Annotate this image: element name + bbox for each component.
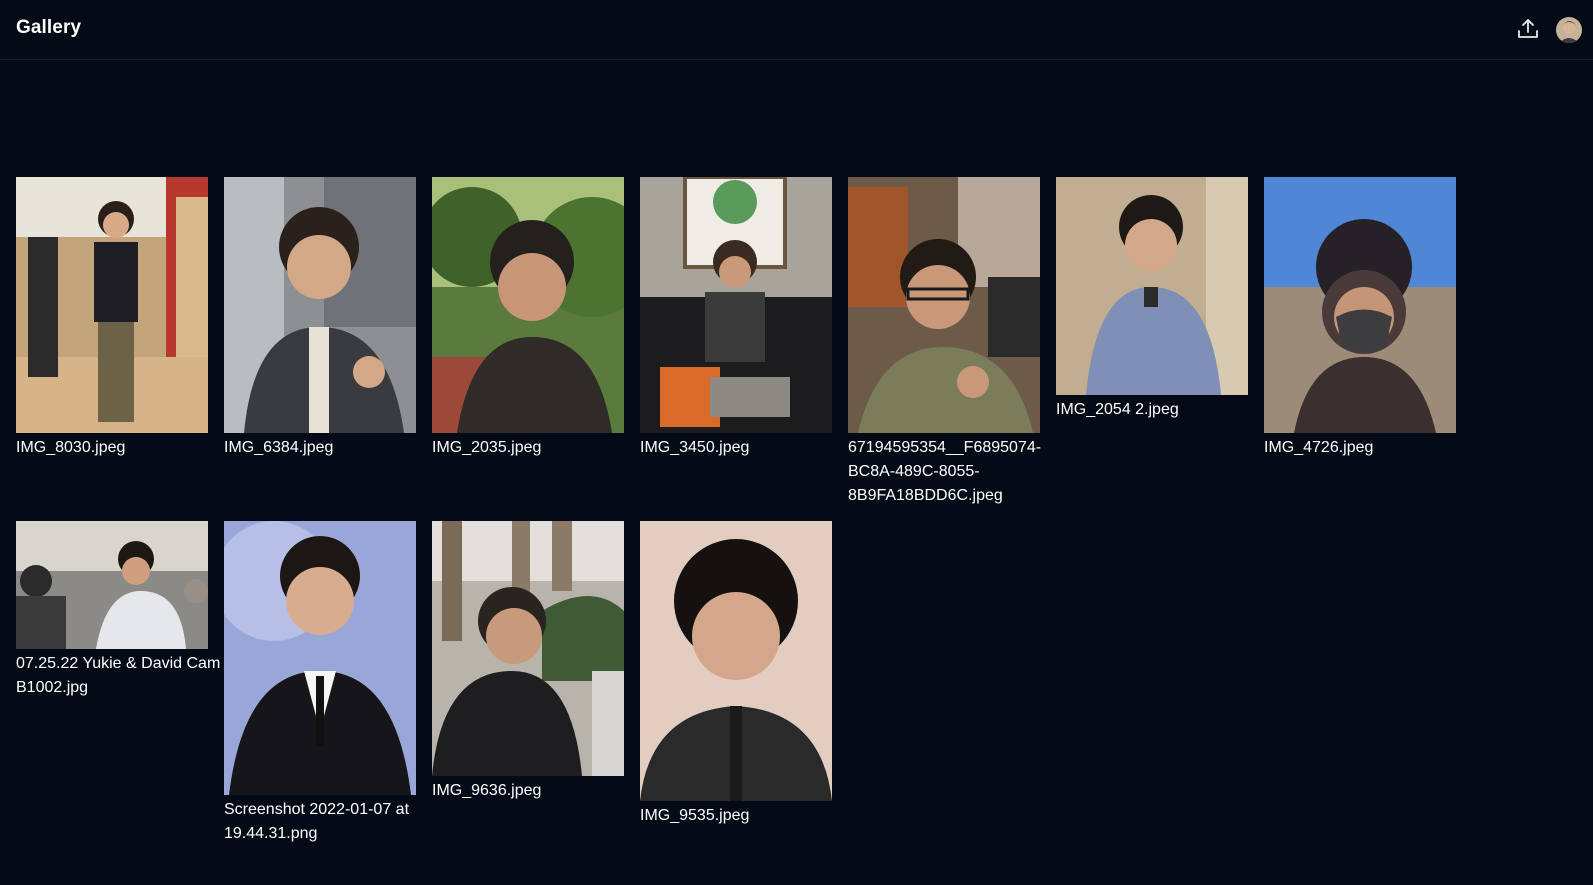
upload-button[interactable] — [1516, 17, 1540, 41]
gallery-item[interactable]: IMG_4726.jpeg — [1264, 177, 1456, 460]
gallery-item[interactable]: IMG_8030.jpeg — [16, 177, 208, 460]
gallery-item[interactable]: IMG_2035.jpeg — [432, 177, 624, 460]
photo-filename: IMG_2054 2.jpeg — [1056, 401, 1179, 418]
gallery-item[interactable]: IMG_9636.jpeg — [432, 521, 624, 803]
photo-thumbnail[interactable] — [848, 177, 1040, 433]
photo-thumbnail[interactable] — [224, 177, 416, 433]
gallery-item[interactable]: Screenshot 2022-01-07 at 19.44.31.png — [224, 521, 416, 846]
photo-thumbnail[interactable] — [432, 177, 624, 433]
gallery-item[interactable]: 67194595354__F6895074-BC8A-489C-8055-8B9… — [848, 177, 1041, 508]
photo-thumbnail[interactable] — [640, 521, 832, 801]
photo-filename: IMG_9535.jpeg — [640, 807, 750, 824]
photo-thumbnail[interactable] — [1056, 177, 1248, 395]
upload-icon — [1518, 19, 1538, 38]
photo-thumbnail[interactable] — [16, 521, 208, 649]
photo-filename: 67194595354__F6895074-BC8A-489C-8055-8B9… — [848, 439, 1042, 504]
photo-thumbnail[interactable] — [224, 521, 416, 795]
gallery-item[interactable]: 07.25.22 Yukie & David Cam B1002.jpg — [16, 521, 220, 700]
photo-filename: Screenshot 2022-01-07 at 19.44.31.png — [224, 801, 410, 842]
photo-thumbnail[interactable] — [432, 521, 624, 776]
photo-filename: IMG_6384.jpeg — [224, 439, 334, 456]
photo-thumbnail[interactable] — [1264, 177, 1456, 433]
top-bar: Gallery — [0, 0, 1593, 60]
gallery-item[interactable]: IMG_2054 2.jpeg — [1056, 177, 1248, 422]
photo-filename: IMG_8030.jpeg — [16, 439, 126, 456]
photo-filename: IMG_2035.jpeg — [432, 439, 542, 456]
photo-filename: IMG_4726.jpeg — [1264, 439, 1374, 456]
gallery-item[interactable]: IMG_6384.jpeg — [224, 177, 416, 460]
photo-filename: IMG_3450.jpeg — [640, 439, 750, 456]
gallery-item[interactable]: IMG_9535.jpeg — [640, 521, 832, 828]
page-title: Gallery — [16, 17, 82, 38]
photo-filename: 07.25.22 Yukie & David Cam B1002.jpg — [16, 655, 221, 696]
photo-thumbnail[interactable] — [640, 177, 832, 433]
photo-filename: IMG_9636.jpeg — [432, 782, 542, 799]
gallery-item[interactable]: IMG_3450.jpeg — [640, 177, 832, 460]
user-avatar[interactable] — [1556, 17, 1582, 43]
photo-thumbnail[interactable] — [16, 177, 208, 433]
